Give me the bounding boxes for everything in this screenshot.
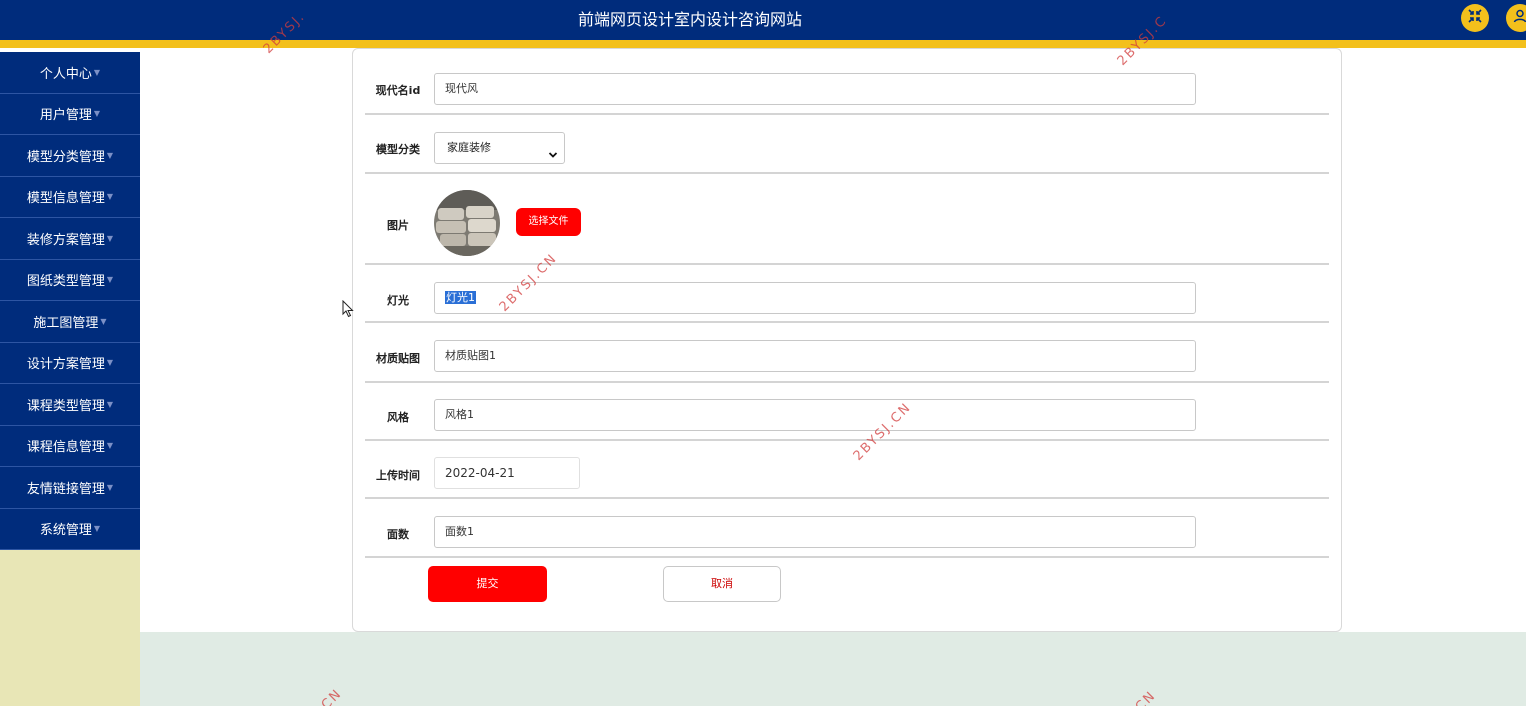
chevron-down-icon: ▼ [106, 399, 114, 409]
chevron-down-icon: ▼ [106, 275, 114, 285]
sidebar-item-system[interactable]: 系统管理 ▼ [0, 508, 140, 550]
chevron-down-icon [548, 142, 558, 158]
sidebar-item-label: 设计方案管理 [26, 357, 105, 373]
modern-id-label: 现代名id [375, 84, 421, 97]
chevron-down-icon: ▼ [106, 441, 114, 451]
sidebar-item-label: 课程类型管理 [26, 398, 105, 414]
sidebar-item-personal-center[interactable]: 个人中心 ▼ [0, 52, 140, 94]
image-label: 图片 [387, 219, 409, 232]
chevron-down-icon: ▼ [100, 316, 107, 326]
form-row-modern-id: 现代名id 现代风 [365, 49, 1329, 115]
lighting-label: 灯光 [387, 294, 409, 307]
sidebar-item-label: 装修方案管理 [26, 232, 105, 248]
top-header: 前端网页设计室内设计咨询网站 [0, 0, 1526, 40]
cancel-button[interactable]: 取消 [663, 566, 781, 602]
model-category-label: 模型分类 [376, 143, 420, 156]
header-accent-strip [0, 40, 1526, 48]
sidebar-item-label: 图纸类型管理 [26, 274, 105, 290]
chevron-down-icon: ▼ [106, 482, 114, 492]
sidebar-item-label: 模型分类管理 [26, 149, 105, 165]
sidebar-item-decoration-plan[interactable]: 装修方案管理 ▼ [0, 218, 140, 260]
sidebar-item-model-info[interactable]: 模型信息管理 ▼ [0, 176, 140, 218]
lighting-value: 灯光1 [445, 291, 476, 304]
edit-form: 现代名id 现代风 模型分类 家庭装修 图片 选择文件 灯光 灯光1 材质贴图 … [352, 48, 1342, 632]
form-row-upload-time: 上传时间 2022-04-21 [365, 441, 1329, 499]
upload-time-input[interactable]: 2022-04-21 [434, 457, 580, 489]
footer-band [140, 632, 1526, 706]
model-category-select[interactable]: 家庭装修 [434, 132, 565, 164]
chevron-down-icon: ▼ [93, 67, 101, 77]
fullscreen-exit-icon [1467, 8, 1483, 28]
face-count-input[interactable]: 面数1 [434, 516, 1196, 548]
sidebar-item-label: 系统管理 [39, 523, 92, 539]
image-thumbnail [434, 190, 500, 256]
sidebar-item-course-info[interactable]: 课程信息管理 ▼ [0, 425, 140, 467]
chevron-down-icon: ▼ [106, 192, 114, 202]
mouse-cursor-icon [342, 299, 354, 318]
lighting-input[interactable]: 灯光1 [434, 282, 1196, 314]
sidebar-item-label: 模型信息管理 [26, 191, 105, 207]
sidebar-item-course-type[interactable]: 课程类型管理 ▼ [0, 384, 140, 426]
model-category-selected: 家庭装修 [447, 141, 491, 154]
sidebar-item-drawing-type[interactable]: 图纸类型管理 ▼ [0, 259, 140, 301]
style-input[interactable]: 风格1 [434, 399, 1196, 431]
form-row-material-texture: 材质贴图 材质贴图1 [365, 323, 1329, 383]
form-row-style: 风格 风格1 [365, 383, 1329, 441]
material-texture-label: 材质贴图 [376, 352, 420, 365]
sidebar-item-label: 课程信息管理 [26, 440, 105, 456]
style-label: 风格 [387, 411, 409, 424]
upload-time-label: 上传时间 [376, 469, 420, 482]
sidebar-item-label: 用户管理 [39, 108, 92, 124]
user-button[interactable] [1506, 4, 1526, 32]
fullscreen-button[interactable] [1461, 4, 1489, 32]
face-count-label: 面数 [387, 528, 409, 541]
chevron-down-icon: ▼ [106, 150, 114, 160]
chevron-down-icon: ▼ [93, 109, 101, 119]
sidebar-item-label: 施工图管理 [33, 315, 99, 331]
sidebar-item-model-category[interactable]: 模型分类管理 ▼ [0, 135, 140, 177]
choose-file-button[interactable]: 选择文件 [516, 208, 581, 236]
modern-id-input[interactable]: 现代风 [434, 73, 1196, 105]
chevron-down-icon: ▼ [106, 358, 114, 368]
sidebar: 个人中心 ▼ 用户管理 ▼ 模型分类管理 ▼ 模型信息管理 ▼ 装修方案管理 ▼ 图纸类型… [0, 52, 140, 706]
sidebar-item-construction-drawing[interactable]: 施工图管理 ▼ [0, 301, 140, 343]
sidebar-item-label: 友情链接管理 [26, 481, 105, 497]
sidebar-item-friend-links[interactable]: 友情链接管理 ▼ [0, 467, 140, 509]
chevron-down-icon: ▼ [106, 233, 114, 243]
site-title: 前端网页设计室内设计咨询网站 [577, 10, 802, 29]
submit-button[interactable]: 提交 [428, 566, 547, 602]
sidebar-item-users[interactable]: 用户管理 ▼ [0, 93, 140, 135]
form-row-image: 图片 选择文件 [365, 174, 1329, 265]
user-icon [1512, 8, 1526, 28]
material-texture-input[interactable]: 材质贴图1 [434, 340, 1196, 372]
chevron-down-icon: ▼ [93, 524, 101, 534]
sidebar-item-label: 个人中心 [39, 66, 92, 82]
form-row-face-count: 面数 面数1 [365, 499, 1329, 558]
form-row-model-category: 模型分类 家庭装修 [365, 115, 1329, 174]
sidebar-item-design-plan[interactable]: 设计方案管理 ▼ [0, 342, 140, 384]
